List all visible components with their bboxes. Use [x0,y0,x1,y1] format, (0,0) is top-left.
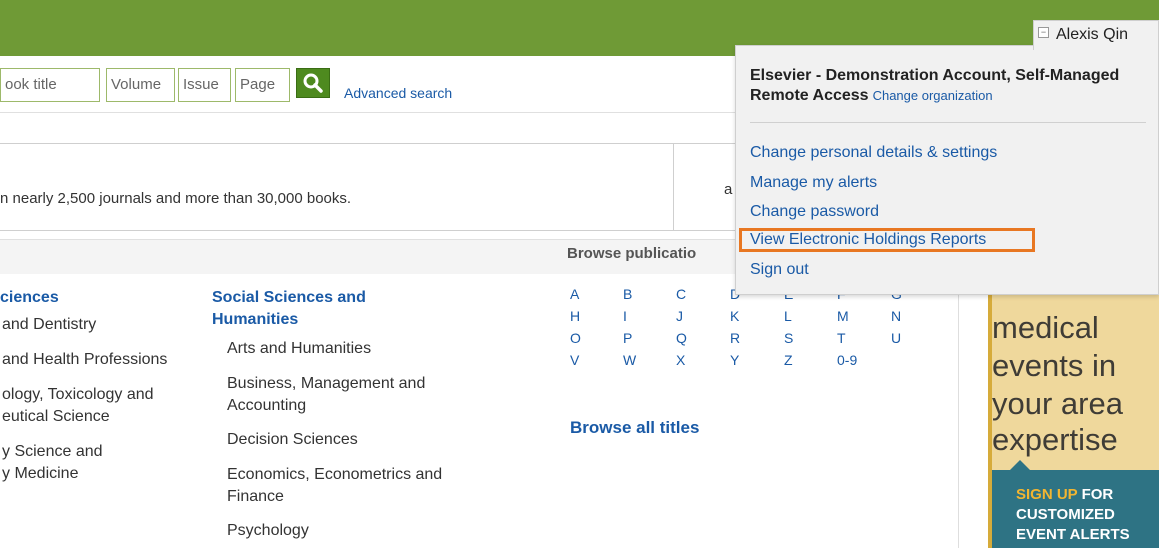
ad-text-line: your area [992,386,1123,421]
search-icon [303,73,323,93]
browse-letter[interactable]: Y [730,352,739,368]
ad-pointer-shape [1010,460,1030,470]
subject-heading-social-sciences[interactable]: Social Sciences and [212,287,366,308]
subject-link[interactable]: y Science and [2,442,103,462]
browse-letter[interactable]: I [623,308,627,324]
menu-item-personal-settings[interactable]: Change personal details & settings [750,144,997,162]
browse-letter[interactable]: T [837,330,846,346]
page-input[interactable]: Page [235,68,290,102]
browse-letter[interactable]: M [837,308,849,324]
banner-divider [673,143,674,230]
browse-letter[interactable]: V [570,352,579,368]
events-ad-banner[interactable]: scientific medical events in your area e… [988,285,1159,548]
subject-link[interactable]: eutical Science [2,407,110,427]
browse-letter[interactable]: C [676,286,686,302]
subject-link-finance[interactable]: Finance [227,487,284,507]
dropdown-divider [750,122,1146,123]
browse-letter[interactable]: L [784,308,792,324]
browse-letter[interactable]: P [623,330,632,346]
menu-item-alerts[interactable]: Manage my alerts [750,174,877,192]
menu-item-sign-out[interactable]: Sign out [750,261,809,279]
browse-letter[interactable]: U [891,330,901,346]
ad-text-line: expertise [992,422,1118,457]
change-organization-link[interactable]: Change organization [873,88,993,103]
browse-letter[interactable]: W [623,352,636,368]
subject-link[interactable]: ology, Toxicology and [2,385,154,405]
user-menu-dropdown: Elsevier - Demonstration Account, Self-M… [735,45,1159,295]
issue-input[interactable]: Issue [178,68,231,102]
ad-text-line: medical [992,310,1099,345]
browse-letter[interactable]: O [570,330,581,346]
menu-item-holdings-reports[interactable]: View Electronic Holdings Reports [750,231,986,249]
menu-item-change-password[interactable]: Change password [750,203,879,221]
browse-letter[interactable]: S [784,330,793,346]
browse-letter[interactable]: Z [784,352,793,368]
subject-link-psychology[interactable]: Psychology [227,521,309,541]
subject-link-arts[interactable]: Arts and Humanities [227,339,371,359]
subject-link-economics[interactable]: Economics, Econometrics and [227,465,442,485]
browse-letter[interactable]: A [570,286,579,302]
organization-name: Elsevier - Demonstration Account, Self-M… [750,66,1150,106]
subject-heading-sciences[interactable]: ciences [0,287,59,308]
collapse-toggle-icon[interactable]: − [1038,27,1049,38]
column-divider [958,270,959,548]
ad-cta-panel[interactable]: SIGN UP FOR CUSTOMIZED EVENT ALERTS [992,460,1159,548]
info-banner [0,143,735,231]
subject-link[interactable]: and Health Professions [2,350,167,370]
book-title-input[interactable]: ook title [0,68,100,102]
subject-link-accounting[interactable]: Accounting [227,396,306,416]
user-menu-tab[interactable]: − Alexis Qin [1033,20,1159,50]
banner-text: n nearly 2,500 journals and more than 30… [0,190,352,207]
subject-link-business[interactable]: Business, Management and [227,374,425,394]
browse-letter[interactable]: H [570,308,580,324]
divider [0,112,735,113]
ad-cta-highlight: SIGN UP [1016,486,1078,503]
browse-letter[interactable]: X [676,352,685,368]
subject-heading-humanities[interactable]: Humanities [212,309,298,330]
subject-link[interactable]: y Medicine [2,464,78,484]
browse-letter[interactable]: J [676,308,683,324]
browse-all-titles-link[interactable]: Browse all titles [570,418,699,438]
ad-cta-line: SIGN UP FOR [1016,486,1113,503]
advanced-search-link[interactable]: Advanced search [344,85,452,101]
subject-link-decision[interactable]: Decision Sciences [227,430,358,450]
ad-text-line: events in [992,348,1117,383]
search-button[interactable] [296,68,330,98]
browse-letter[interactable]: Q [676,330,687,346]
browse-letter[interactable]: N [891,308,901,324]
browse-letter[interactable]: K [730,308,739,324]
subject-link[interactable]: and Dentistry [2,315,96,335]
browse-letter[interactable]: R [730,330,740,346]
ad-cta-line: CUSTOMIZED [1016,506,1115,523]
volume-input[interactable]: Volume [106,68,175,102]
browse-letter[interactable]: B [623,286,632,302]
browse-publications-heading: Browse publicatio [567,245,697,262]
ad-cta-rest: FOR [1077,486,1114,503]
browse-letter[interactable]: 0-9 [837,352,857,368]
banner-fragment: a [724,181,733,198]
ad-cta-line: EVENT ALERTS [1016,526,1130,543]
user-name[interactable]: Alexis Qin [1056,26,1128,44]
